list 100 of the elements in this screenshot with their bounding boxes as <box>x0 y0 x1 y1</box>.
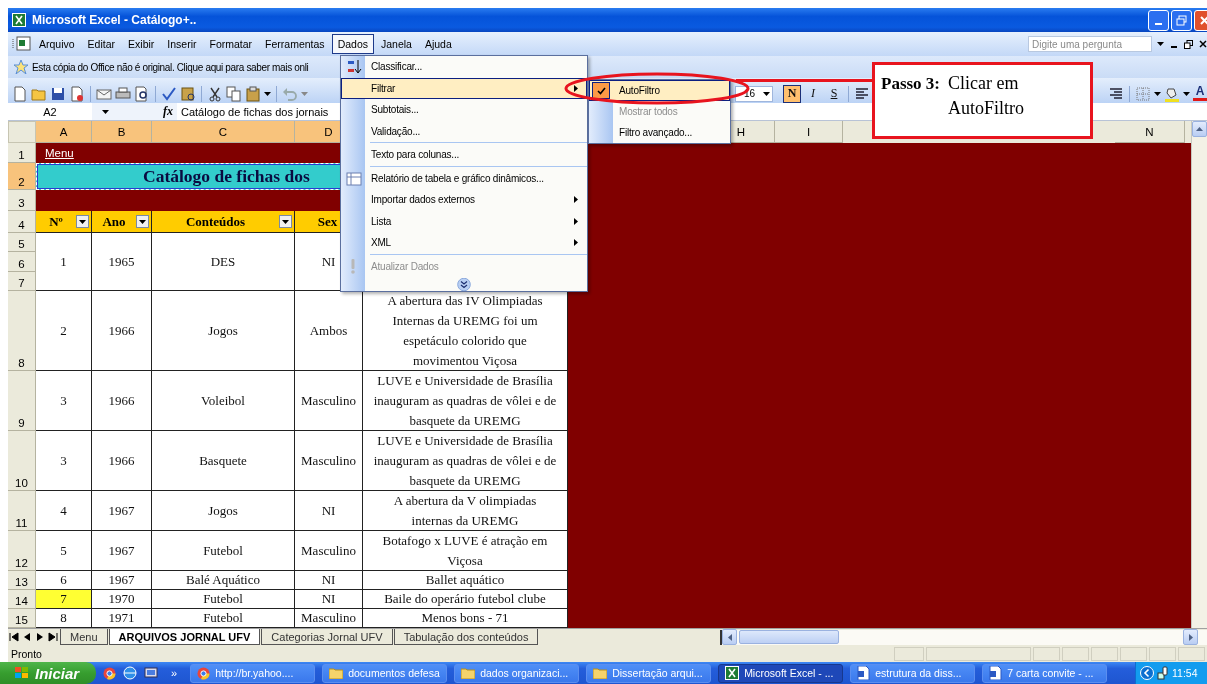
printer-icon[interactable] <box>115 85 131 102</box>
table-cell: 5 <box>36 531 92 571</box>
taskbar-button[interactable]: http://br.yahoo.... <box>190 663 316 683</box>
filter-dropdown-button[interactable] <box>136 215 149 228</box>
filter-dropdown-button[interactable] <box>76 215 89 228</box>
filter-dropdown-button[interactable] <box>279 215 292 228</box>
menu-item[interactable]: Subtotais... <box>341 99 587 121</box>
menu-item[interactable]: Lista <box>341 210 587 232</box>
column-header[interactable]: A <box>36 121 92 143</box>
scroll-thumb[interactable] <box>739 630 839 644</box>
row-header[interactable]: 1 <box>8 143 36 163</box>
menu-item[interactable]: Ajuda <box>418 34 458 54</box>
row-header[interactable]: 11 <box>8 491 36 531</box>
globe-icon[interactable] <box>123 666 137 680</box>
minimize-button[interactable] <box>1148 9 1169 31</box>
row-header[interactable]: 9 <box>8 371 36 431</box>
taskbar-button[interactable]: documentos defesa <box>322 663 448 683</box>
column-header[interactable]: B <box>92 121 152 143</box>
info-message[interactable]: Esta cópia do Office não é original. Clique aqui para saber mais onli <box>32 61 309 73</box>
menu-item[interactable]: AutoFiltro <box>589 80 730 101</box>
column-header[interactable]: I <box>775 121 843 143</box>
clipboard-icon[interactable] <box>245 85 261 102</box>
menu-item[interactable]: Janela <box>375 34 418 54</box>
submenu-arrow-icon <box>574 84 578 92</box>
scroll-up-button[interactable] <box>1192 121 1207 137</box>
table-cell: Voleibol <box>152 371 295 431</box>
scissors-icon[interactable] <box>207 85 223 102</box>
row-header[interactable]: 13 <box>8 571 36 590</box>
vertical-scrollbar[interactable] <box>1191 121 1207 628</box>
menu-link[interactable]: Menu <box>45 147 74 159</box>
document-icon[interactable] <box>69 85 85 102</box>
network-icon[interactable] <box>1157 666 1169 680</box>
row-header[interactable]: 7 <box>8 271 36 291</box>
overflow-chevron[interactable]: » <box>171 667 178 679</box>
document-icon <box>857 666 871 680</box>
scroll-right-button[interactable] <box>1183 629 1198 645</box>
taskbar-button[interactable]: estrutura da diss... <box>850 663 976 683</box>
caret-icon <box>1157 42 1164 46</box>
bold-button[interactable]: N <box>783 84 801 103</box>
taskbar-button[interactable]: Microsoft Excel - ... <box>718 663 844 683</box>
copy-icon[interactable] <box>226 85 242 102</box>
row-header[interactable]: 5 <box>8 233 36 253</box>
menu-item[interactable]: Formatar <box>203 34 259 54</box>
menu-item[interactable]: Exibir <box>122 34 161 54</box>
print-preview-icon[interactable] <box>134 85 150 102</box>
menu-item[interactable]: Editar <box>81 34 122 54</box>
column-header[interactable]: N <box>1115 121 1185 143</box>
scroll-left-button[interactable] <box>722 629 737 645</box>
help-search-field[interactable]: Digite uma pergunta <box>1028 36 1152 52</box>
spreadsheet-icon <box>12 13 26 27</box>
taskbar-button[interactable]: 7 carta convite - ... <box>982 663 1108 683</box>
column-header[interactable]: C <box>152 121 295 143</box>
align-left-icon[interactable] <box>854 85 870 102</box>
taskbar-button[interactable]: Dissertação arqui... <box>586 663 712 683</box>
name-box[interactable]: A2 <box>8 103 92 120</box>
desktop-icon[interactable] <box>144 666 158 680</box>
table-cell: 1971 <box>92 609 152 628</box>
first-sheet-icon[interactable] <box>8 632 20 642</box>
function-label[interactable]: fx <box>163 104 177 119</box>
row-header[interactable]: 12 <box>8 531 36 571</box>
row-header[interactable]: 2 <box>8 163 36 190</box>
italic-button[interactable]: I <box>804 84 822 103</box>
submenu-arrow-icon <box>574 196 578 204</box>
font-size-field[interactable]: 16 <box>735 85 773 102</box>
row-header[interactable]: 15 <box>8 609 36 628</box>
last-sheet-icon[interactable] <box>47 632 59 642</box>
restore-button[interactable] <box>1171 9 1192 31</box>
row-header[interactable]: 4 <box>8 211 36 233</box>
menu-item[interactable]: Filtrar <box>341 77 587 99</box>
status-panel <box>1062 646 1089 661</box>
row-header[interactable]: 6 <box>8 252 36 272</box>
sheet-tab[interactable]: ARQUIVOS JORNAL UFV <box>108 629 261 645</box>
align-right-icon[interactable] <box>1108 85 1124 102</box>
menu-item[interactable]: Texto para colunas... <box>341 144 587 166</box>
browser-icon <box>103 666 116 680</box>
menu-item[interactable]: Importar dados externos <box>341 189 587 211</box>
sheet-tab[interactable]: Menu <box>60 629 108 645</box>
book-icon[interactable] <box>180 85 196 102</box>
start-button[interactable]: Iniciar <box>0 662 96 684</box>
table-cell: Botafogo x LUVE é atração em Viçosa <box>363 531 568 571</box>
menu-item[interactable]: Dados <box>331 34 374 54</box>
sheet-tab[interactable]: Tabulação dos conteúdos <box>393 629 539 645</box>
caret-icon <box>264 91 271 96</box>
menu-item[interactable]: Arquivo <box>33 34 81 54</box>
spelling-check-icon[interactable] <box>161 85 177 102</box>
menu-item[interactable]: Classificar... <box>341 56 587 78</box>
menu-item[interactable]: Ferramentas <box>259 34 331 54</box>
row-header[interactable]: 3 <box>8 190 36 211</box>
row-header[interactable]: 8 <box>8 291 36 371</box>
menu-item[interactable]: Inserir <box>161 34 203 54</box>
expand-chevron-icon[interactable] <box>457 277 471 291</box>
document-icon[interactable] <box>12 85 28 102</box>
row-header[interactable]: 14 <box>8 590 36 609</box>
sheet-tab[interactable]: Categorias Jornal UFV <box>261 629 393 645</box>
row-header[interactable]: 10 <box>8 431 36 491</box>
font-color-button[interactable]: A <box>1193 86 1207 101</box>
horizontal-scrollbar[interactable] <box>720 629 1207 645</box>
underline-button[interactable]: S <box>825 84 843 103</box>
taskbar-button[interactable]: dados organizaci... <box>454 663 580 683</box>
fill-color-icon[interactable] <box>1164 85 1180 102</box>
